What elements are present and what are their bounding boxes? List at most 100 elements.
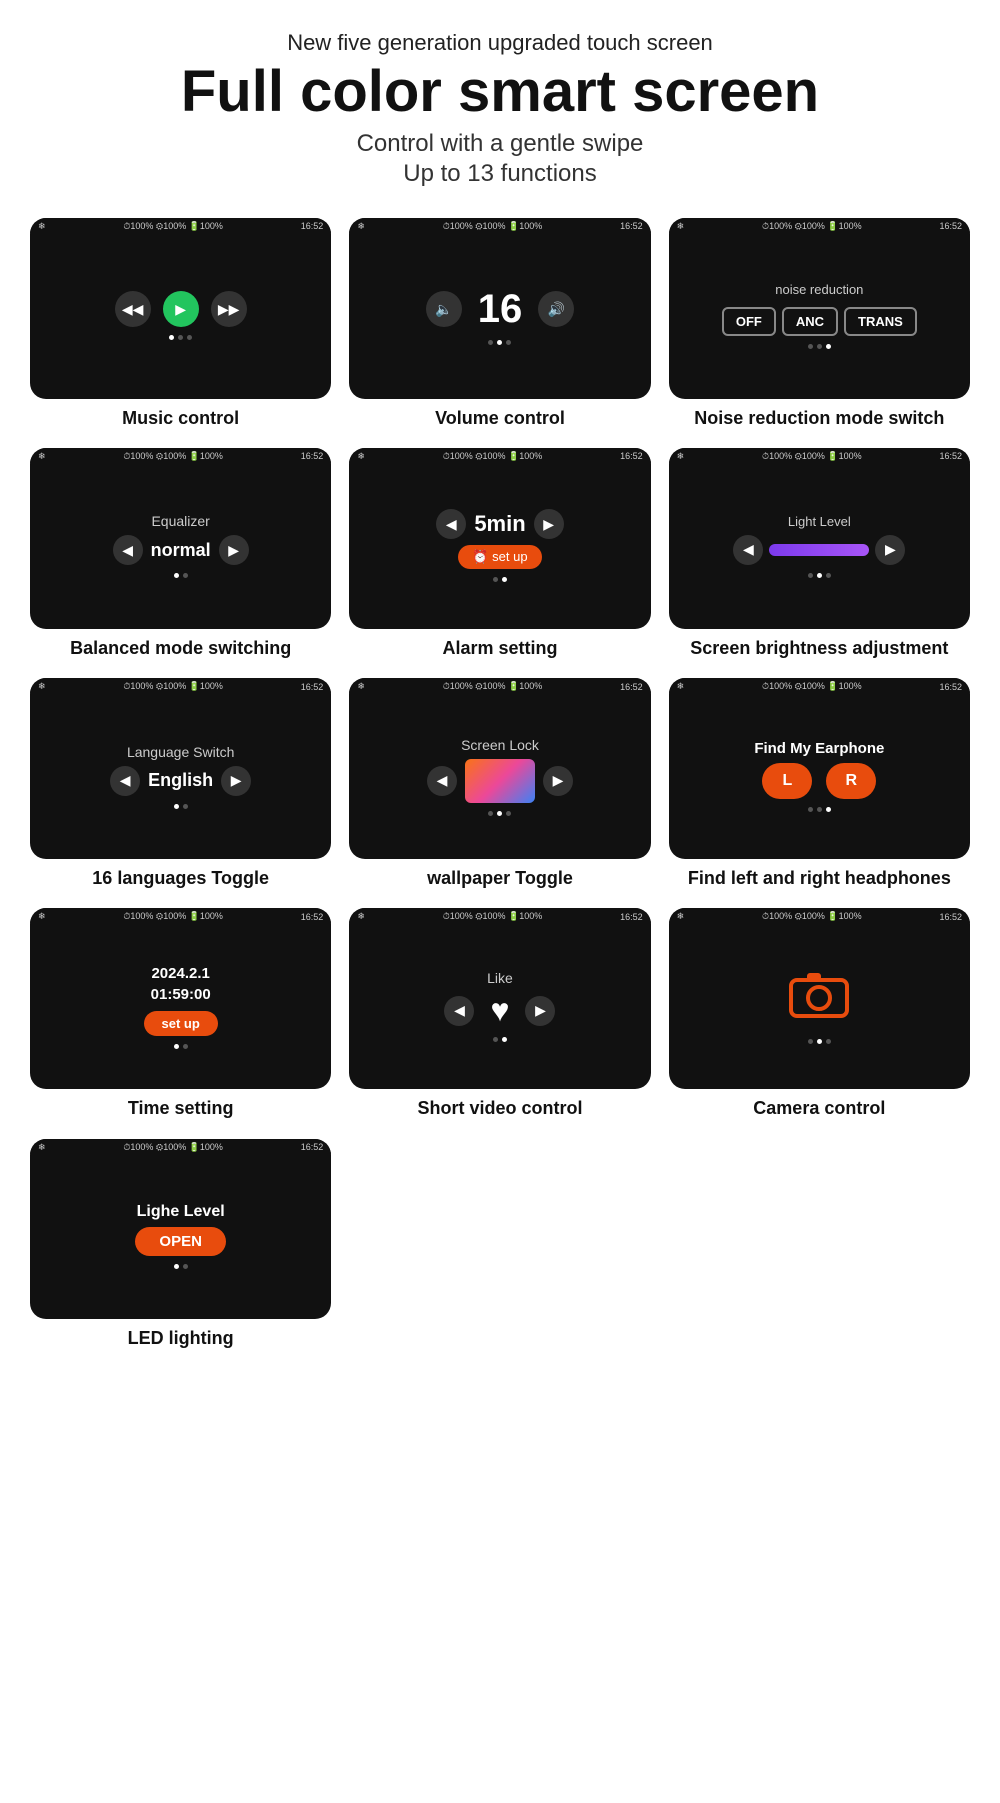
alarm-setup-button[interactable]: ⏰ set up: [458, 545, 541, 569]
play-button[interactable]: ▶: [163, 291, 199, 327]
cell-short-video: ❄ ⏱100% ⚙100% 🔋100% 16:52 Like ◀ ♥ ▶: [349, 908, 650, 1120]
nr-trans-button[interactable]: TRANS: [844, 307, 917, 336]
status-info: ⏱100% ⚙100% 🔋100%: [762, 681, 862, 692]
status-info: ⏱100% ⚙100% 🔋100%: [123, 1142, 223, 1153]
find-left-button[interactable]: L: [762, 763, 812, 799]
dot-3: [506, 811, 511, 816]
wallpaper-next-button[interactable]: ▶: [543, 766, 573, 796]
eq-prev-button[interactable]: ◀: [113, 535, 143, 565]
dot-3: [506, 340, 511, 345]
status-time: 16:52: [939, 451, 962, 461]
dot-3: [826, 573, 831, 578]
dot-1: [174, 573, 179, 578]
status-info: ⏱100% ⚙100% 🔋100%: [443, 911, 543, 922]
language-screen-body: Language Switch ◀ English ▶: [30, 693, 331, 859]
page-dots: [169, 335, 192, 340]
status-bluetooth-icon: ❄: [38, 681, 46, 692]
equalizer-title: Equalizer: [151, 513, 209, 529]
dot-1: [808, 807, 813, 812]
prev-button[interactable]: ◀◀: [115, 291, 151, 327]
status-time: 16:52: [620, 912, 643, 922]
equalizer-row: ◀ normal ▶: [113, 535, 249, 565]
dot-3: [187, 335, 192, 340]
nr-off-button[interactable]: OFF: [722, 307, 776, 336]
status-bar: ❄ ⏱100% ⚙100% 🔋100% 16:52: [349, 908, 650, 923]
dot-1: [488, 811, 493, 816]
brightness-bar: [769, 544, 869, 556]
dot-1: [493, 1037, 498, 1042]
camera-control-label: Camera control: [753, 1097, 885, 1120]
screen-alarm-setting: ❄ ⏱100% ⚙100% 🔋100% 16:52 ◀ 5min ▶ ⏰ set…: [349, 448, 650, 629]
status-info: ⏱100% ⚙100% 🔋100%: [762, 911, 862, 922]
dot-2: [502, 1037, 507, 1042]
screen-noise-reduction: ❄ ⏱100% ⚙100% 🔋100% 16:52 noise reductio…: [669, 218, 970, 399]
brightness-bar-row: ◀ ▶: [733, 535, 905, 565]
heart-icon: ♥: [490, 992, 509, 1029]
status-bar: ❄ ⏱100% ⚙100% 🔋100% 16:52: [30, 1139, 331, 1154]
time-setup-button[interactable]: set up: [144, 1011, 218, 1036]
time-setting-label: Time setting: [128, 1097, 234, 1120]
dot-2: [183, 804, 188, 809]
status-bluetooth-icon: ❄: [38, 221, 46, 232]
brightness-up-button[interactable]: ▶: [875, 535, 905, 565]
next-button[interactable]: ▶▶: [211, 291, 247, 327]
wallpaper-prev-button[interactable]: ◀: [427, 766, 457, 796]
balanced-mode-label: Balanced mode switching: [70, 637, 291, 660]
wallpaper-row: ◀ ▶: [427, 759, 573, 803]
dot-2: [183, 1264, 188, 1269]
dot-3: [826, 344, 831, 349]
cell-balanced-mode: ❄ ⏱100% ⚙100% 🔋100% 16:52 Equalizer ◀ no…: [30, 448, 331, 660]
alarm-prev-button[interactable]: ◀: [436, 509, 466, 539]
nr-anc-button[interactable]: ANC: [782, 307, 838, 336]
status-bluetooth-icon: ❄: [357, 451, 365, 462]
status-time: 16:52: [620, 221, 643, 231]
find-right-button[interactable]: R: [826, 763, 876, 799]
volume-down-button[interactable]: 🔈: [426, 291, 462, 327]
status-info: ⏱100% ⚙100% 🔋100%: [762, 221, 862, 232]
status-bluetooth-icon: ❄: [38, 1142, 46, 1153]
volume-up-button[interactable]: 🔊: [538, 291, 574, 327]
status-bar: ❄ ⏱100% ⚙100% 🔋100% 16:52: [669, 678, 970, 693]
brightness-screen-body: Light Level ◀ ▶: [669, 463, 970, 629]
screen-volume-control: ❄ ⏱100% ⚙100% 🔋100% 16:52 🔈 16 🔊: [349, 218, 650, 399]
status-time: 16:52: [939, 682, 962, 692]
dot-2: [497, 340, 502, 345]
page: New five generation upgraded touch scree…: [0, 0, 1000, 1391]
noise-reduction-title: noise reduction: [775, 282, 863, 297]
page-dots: [488, 811, 511, 816]
lang-next-button[interactable]: ▶: [221, 766, 251, 796]
screen-music-control: ❄ ⏱100% ⚙100% 🔋100% 16:52 ◀◀ ▶ ▶▶: [30, 218, 331, 399]
brightness-down-button[interactable]: ◀: [733, 535, 763, 565]
page-dots: [174, 1044, 188, 1049]
video-prev-button[interactable]: ◀: [444, 996, 474, 1026]
dot-1: [174, 804, 179, 809]
led-title: Lighe Level: [137, 1203, 225, 1221]
language-title: Language Switch: [127, 744, 234, 760]
feature-grid: ❄ ⏱100% ⚙100% 🔋100% 16:52 ◀◀ ▶ ▶▶: [20, 218, 980, 1121]
noise-screen-body: noise reduction OFF ANC TRANS: [669, 233, 970, 399]
header-section: New five generation upgraded touch scree…: [20, 30, 980, 188]
lang-prev-button[interactable]: ◀: [110, 766, 140, 796]
video-next-button[interactable]: ▶: [525, 996, 555, 1026]
dot-1: [488, 340, 493, 345]
eq-next-button[interactable]: ▶: [219, 535, 249, 565]
dot-2: [183, 573, 188, 578]
dot-2: [817, 344, 822, 349]
volume-row: 🔈 16 🔊: [426, 287, 575, 332]
led-open-button[interactable]: OPEN: [135, 1227, 226, 1256]
status-time: 16:52: [301, 451, 324, 461]
volume-control-label: Volume control: [435, 407, 565, 430]
page-dots: [808, 807, 831, 812]
status-bar: ❄ ⏱100% ⚙100% 🔋100% 16:52: [669, 908, 970, 923]
status-time: 16:52: [939, 221, 962, 231]
status-bluetooth-icon: ❄: [677, 221, 685, 232]
dot-2: [183, 1044, 188, 1049]
time-date-value: 2024.2.1: [151, 965, 209, 982]
page-dots: [808, 1039, 831, 1044]
volume-value: 16: [478, 287, 523, 332]
status-time: 16:52: [301, 1142, 324, 1152]
page-dots: [493, 577, 507, 582]
language-row: ◀ English ▶: [110, 766, 251, 796]
page-dots: [493, 1037, 507, 1042]
alarm-next-button[interactable]: ▶: [534, 509, 564, 539]
